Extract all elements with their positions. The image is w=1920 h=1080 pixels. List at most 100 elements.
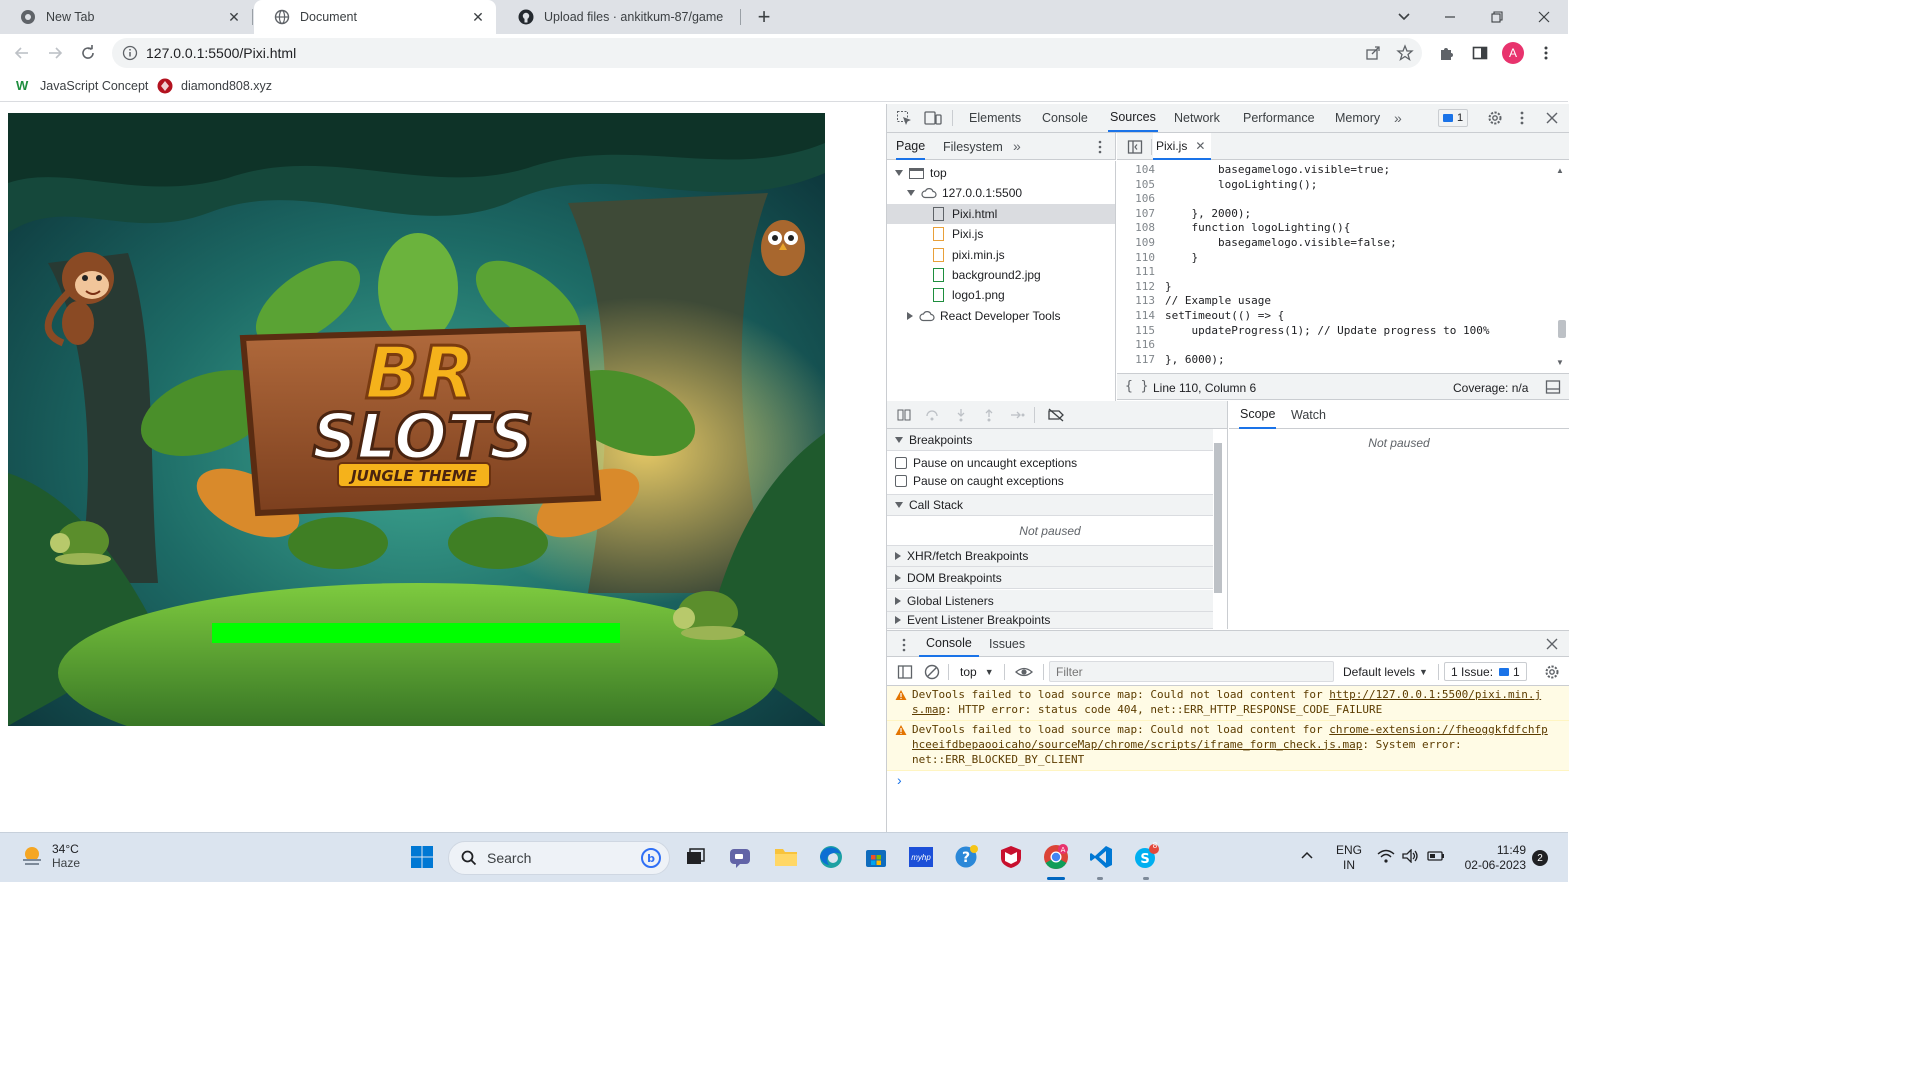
settings-gear-icon[interactable]	[1487, 110, 1503, 126]
live-expression-eye-icon[interactable]	[1015, 664, 1033, 680]
clock[interactable]: 11:49 02-06-2023	[1452, 843, 1526, 873]
step-into-icon[interactable]	[954, 408, 968, 422]
inspect-element-icon[interactable]	[896, 110, 912, 126]
share-icon[interactable]	[1364, 44, 1382, 62]
tab-new-tab[interactable]: New Tab ✕	[0, 0, 252, 34]
taskbar-search-box[interactable]: Search b	[448, 841, 670, 875]
help-icon[interactable]: ?	[952, 843, 980, 871]
breakpoints-header[interactable]: Breakpoints	[887, 429, 1213, 451]
line-number[interactable]: 108	[1117, 221, 1155, 236]
myhp-icon[interactable]: myhp	[907, 843, 935, 871]
close-icon[interactable]: ✕	[226, 9, 242, 25]
toggle-debugger-icon[interactable]	[1545, 379, 1561, 395]
side-panel-icon[interactable]	[1467, 40, 1493, 66]
code-line[interactable]: 117}, 6000);	[1117, 353, 1557, 368]
step-icon[interactable]	[1010, 408, 1026, 422]
navigator-menu-icon[interactable]	[1097, 139, 1103, 155]
tree-file-logo1[interactable]: logo1.png	[933, 285, 1005, 305]
show-hidden-icons-chevron-icon[interactable]	[1300, 850, 1314, 860]
bookmark-javascript-concept[interactable]: W JavaScript Concept	[16, 78, 148, 94]
tab-network[interactable]: Network	[1174, 104, 1220, 132]
drawer-menu-icon[interactable]	[901, 637, 907, 653]
skype-icon[interactable]: S 8	[1132, 841, 1160, 871]
pause-uncaught-checkbox[interactable]	[895, 457, 907, 469]
menu-icon[interactable]	[1533, 40, 1559, 66]
forward-button[interactable]	[42, 40, 68, 66]
pause-caught-checkbox[interactable]	[895, 475, 907, 487]
code-line[interactable]: 114 setTimeout(() => {	[1117, 309, 1557, 324]
toggle-navigator-icon[interactable]	[1127, 139, 1143, 155]
pretty-print-icon[interactable]: { }	[1125, 379, 1148, 394]
call-stack-header[interactable]: Call Stack	[887, 494, 1213, 516]
bookmark-star-icon[interactable]	[1396, 44, 1414, 62]
extensions-icon[interactable]	[1434, 40, 1460, 66]
code-line[interactable]: 111	[1117, 265, 1557, 280]
tab-watch[interactable]: Watch	[1291, 401, 1326, 429]
minimize-button[interactable]	[1440, 7, 1460, 27]
tree-top[interactable]: top	[895, 163, 947, 183]
pause-caught-row[interactable]: Pause on caught exceptions	[895, 474, 1064, 488]
devtools-menu-icon[interactable]	[1519, 110, 1525, 126]
console-sidebar-icon[interactable]	[897, 664, 913, 680]
event-listener-breakpoints-header[interactable]: Event Listener Breakpoints	[887, 612, 1213, 629]
step-out-icon[interactable]	[982, 408, 996, 422]
new-tab-button[interactable]: +	[752, 4, 776, 29]
tab-page[interactable]: Page	[896, 133, 926, 160]
global-listeners-header[interactable]: Global Listeners	[887, 590, 1213, 612]
line-number[interactable]: 107	[1117, 207, 1155, 222]
code-line[interactable]: 109 basegamelogo.visible=false;	[1117, 236, 1557, 251]
code-line[interactable]: 108 function logoLighting(){	[1117, 221, 1557, 236]
chrome-taskbar-icon[interactable]: A	[1042, 843, 1070, 871]
close-window-button[interactable]	[1534, 7, 1554, 27]
editor-scrollbar[interactable]	[1558, 320, 1566, 338]
deactivate-breakpoints-icon[interactable]	[1047, 408, 1065, 422]
console-filter-input[interactable]	[1049, 661, 1334, 682]
address-bar[interactable]: 127.0.0.1:5500/Pixi.html	[112, 38, 1422, 68]
context-selector[interactable]: top ▼	[960, 665, 994, 679]
code-line[interactable]: 115 updateProgress(1); // Update progres…	[1117, 324, 1557, 339]
xhr-breakpoints-header[interactable]: XHR/fetch Breakpoints	[887, 545, 1213, 567]
file-explorer-icon[interactable]	[772, 843, 800, 871]
code-editor[interactable]: 104 basegamelogo.visible=true; 105 logoLi…	[1117, 160, 1569, 373]
tab-sources[interactable]: Sources	[1108, 104, 1158, 132]
tree-origin[interactable]: 127.0.0.1:5500	[907, 183, 1022, 203]
tab-filesystem[interactable]: Filesystem	[943, 133, 1003, 160]
line-number[interactable]: 113	[1117, 294, 1155, 309]
avatar[interactable]: A	[1500, 40, 1526, 66]
task-view-icon[interactable]	[681, 843, 709, 871]
dom-breakpoints-header[interactable]: DOM Breakpoints	[887, 567, 1213, 589]
teams-chat-icon[interactable]	[726, 843, 754, 871]
line-number[interactable]: 110	[1117, 251, 1155, 266]
info-icon[interactable]	[122, 45, 138, 61]
code-line[interactable]: 113 // Example usage	[1117, 294, 1557, 309]
tree-react-devtools[interactable]: React Developer Tools	[907, 306, 1061, 326]
vscode-icon[interactable]	[1087, 843, 1115, 871]
close-icon[interactable]: ✕	[1195, 139, 1205, 153]
edge-browser-icon[interactable]	[817, 843, 845, 871]
step-over-icon[interactable]	[925, 408, 939, 422]
game-canvas[interactable]: BR SLOTS JUNGLE THEME	[8, 113, 825, 726]
log-levels-dropdown[interactable]: Default levels ▼	[1343, 665, 1428, 679]
tree-file-pixi-js[interactable]: Pixi.js	[933, 224, 983, 244]
close-icon[interactable]: ✕	[470, 9, 486, 25]
scroll-down-arrow-icon[interactable]: ▼	[1556, 358, 1564, 367]
line-number[interactable]: 109	[1117, 236, 1155, 251]
scroll-up-arrow-icon[interactable]: ▲	[1556, 166, 1564, 175]
restore-button[interactable]	[1487, 7, 1507, 27]
tab-upload-files[interactable]: Upload files · ankitkum-87/game	[498, 0, 738, 34]
tab-scope[interactable]: Scope	[1239, 401, 1277, 429]
device-toolbar-icon[interactable]	[924, 110, 942, 126]
tree-file-background2[interactable]: background2.jpg	[933, 265, 1041, 285]
code-line[interactable]: 106	[1117, 192, 1557, 207]
windows-start-icon[interactable]	[408, 843, 436, 871]
console-prompt[interactable]: ›	[897, 772, 1557, 792]
line-number[interactable]: 104	[1117, 163, 1155, 178]
tab-elements[interactable]: Elements	[969, 104, 1021, 132]
battery-icon[interactable]	[1427, 850, 1445, 862]
mcafee-icon[interactable]	[997, 843, 1025, 871]
line-number[interactable]: 106	[1117, 192, 1155, 207]
code-line[interactable]: 107 }, 2000);	[1117, 207, 1557, 222]
more-tabs-icon[interactable]: »	[1394, 110, 1402, 126]
close-drawer-icon[interactable]	[1546, 638, 1558, 650]
console-settings-gear-icon[interactable]	[1544, 664, 1560, 680]
